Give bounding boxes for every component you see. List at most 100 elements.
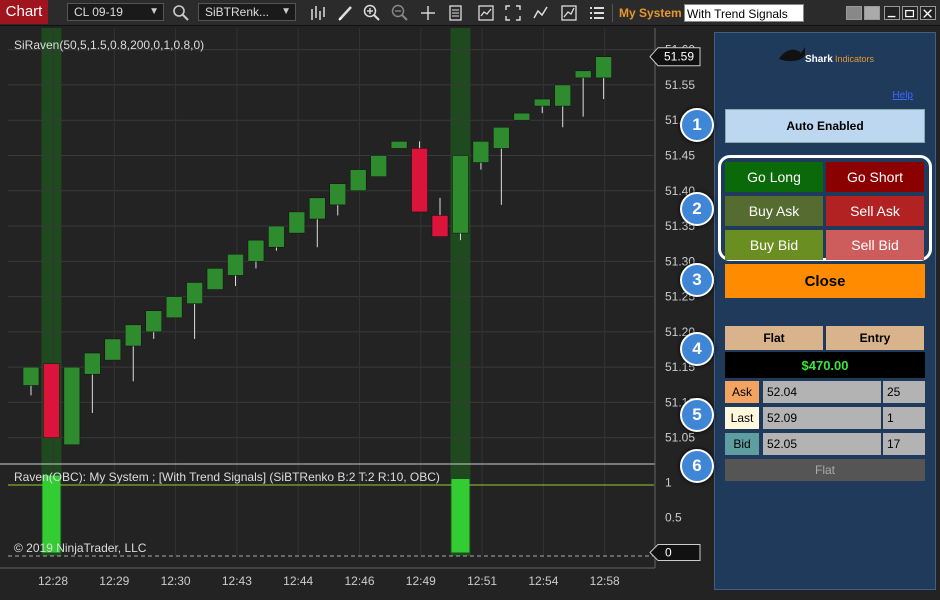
subpanel-label: Raven(OBC): My System ; [With Trend Sign…	[14, 470, 440, 484]
candle-body-7	[165, 296, 183, 319]
ninjatrader-chart-window: Chart CL 09-19 ▼ SiBTRenk... ▼ My System…	[0, 0, 940, 600]
candle-body-4	[104, 338, 122, 361]
pnl-display: $470.00	[725, 352, 925, 378]
callout-badge-1: 1	[680, 108, 714, 142]
callout-badge-6: 6	[680, 449, 714, 483]
price-tick-label: 51.05	[665, 431, 695, 445]
zoom-in-icon[interactable]	[362, 3, 382, 23]
candle-body-2	[63, 366, 81, 446]
candle-body-15	[329, 183, 346, 206]
callout-badge-4: 4	[680, 332, 714, 366]
svg-text:Shark: Shark	[805, 54, 833, 65]
ask-label: Ask	[725, 381, 759, 403]
time-tick-label: 12:29	[99, 574, 129, 588]
ask-size: 25	[883, 381, 925, 403]
sub-last-marker	[649, 544, 701, 561]
maximize-button[interactable]	[902, 6, 918, 20]
candle-body-6	[145, 310, 162, 333]
crosshair-icon[interactable]	[418, 3, 438, 23]
candle-body-11	[247, 239, 265, 262]
help-link[interactable]: Help	[892, 90, 913, 101]
price-tick-label: 51.45	[665, 148, 695, 162]
flat-status-button[interactable]: Flat	[725, 459, 925, 481]
strategy-mode-box[interactable]: With Trend Signals	[684, 4, 804, 22]
window-toggle-button-1[interactable]	[846, 6, 862, 20]
chart-style-icon[interactable]	[309, 3, 329, 23]
candle-body-5	[125, 324, 142, 347]
candle-body-0	[22, 366, 40, 386]
chevron-down-icon: ▼	[149, 6, 159, 17]
list-icon[interactable]	[587, 3, 607, 23]
buy-ask-button[interactable]: Buy Ask	[725, 196, 823, 226]
properties-icon[interactable]	[476, 3, 496, 23]
sell-ask-button[interactable]: Sell Ask	[826, 196, 924, 226]
candle-body-21	[452, 155, 469, 234]
chart-canvas[interactable]: 51.6051.5551.5051.4551.4051.3551.3051.25…	[0, 28, 710, 600]
window-toggle-button-2[interactable]	[864, 6, 880, 20]
instrument-value: CL 09-19	[74, 5, 123, 19]
callout-badge-5: 5	[680, 398, 714, 432]
candle-body-13	[288, 211, 306, 234]
strategies-icon[interactable]	[559, 3, 579, 23]
callout-badge-3: 3	[680, 263, 714, 297]
data-box-icon[interactable]	[446, 3, 466, 23]
candle-body-17	[370, 155, 387, 177]
trade-panel: Shark Indicators Help Auto Enabled Go Lo…	[714, 32, 936, 590]
candle-body-27	[574, 70, 592, 79]
indicator-label: SiRaven(50,5,1.5,0.8,200,0,1,0.8,0)	[14, 38, 205, 52]
candle-body-12	[268, 225, 285, 248]
draw-tool-icon[interactable]	[336, 3, 356, 23]
bid-price: 52.05	[763, 433, 881, 455]
chart-tab[interactable]: Chart	[0, 0, 48, 24]
auto-enabled-button[interactable]: Auto Enabled	[725, 109, 925, 143]
maximize-icon	[905, 9, 915, 18]
minimize-icon	[887, 15, 896, 18]
sell-bid-button[interactable]: Sell Bid	[826, 230, 924, 260]
strategy-label: My System	[619, 6, 682, 20]
indicators-icon[interactable]	[531, 3, 551, 23]
minimize-button[interactable]	[884, 6, 900, 20]
sub-tick-label: 1	[665, 476, 672, 490]
time-tick-label: 12:46	[344, 574, 374, 588]
candle-body-23	[493, 127, 510, 149]
entry-header: Entry	[826, 326, 924, 350]
fit-window-icon[interactable]	[503, 3, 523, 23]
close-position-button[interactable]: Close	[725, 264, 925, 298]
chart-toolbar: Chart CL 09-19 ▼ SiBTRenk... ▼ My System…	[0, 0, 940, 26]
candle-body-28	[595, 56, 612, 79]
go-short-button[interactable]: Go Short	[826, 162, 924, 192]
sub-last-label: 0	[665, 546, 672, 560]
go-long-button[interactable]: Go Long	[725, 162, 823, 192]
candle-body-20	[431, 215, 449, 237]
time-tick-label: 12:43	[222, 574, 252, 588]
callout-badge-2: 2	[680, 192, 714, 226]
time-tick-label: 12:30	[161, 574, 191, 588]
candle-body-3	[84, 352, 101, 375]
bid-size: 17	[883, 433, 925, 455]
signal-highlight-column-1	[450, 28, 471, 556]
last-price-label: 51.59	[664, 50, 694, 64]
shark-indicators-logo: Shark Indicators	[775, 43, 885, 69]
close-window-button[interactable]	[920, 6, 936, 20]
candle-body-9	[206, 268, 224, 290]
candle-body-16	[349, 169, 367, 192]
buy-bid-button[interactable]: Buy Bid	[725, 230, 823, 260]
last-size: 1	[883, 407, 925, 429]
time-tick-label: 12:51	[467, 574, 497, 588]
candle-body-18	[390, 141, 408, 149]
time-tick-label: 12:28	[38, 574, 68, 588]
svg-text:Indicators: Indicators	[835, 54, 875, 64]
price-chart[interactable]: 51.6051.5551.5051.4551.4051.3551.3051.25…	[0, 28, 710, 600]
instrument-selector[interactable]: CL 09-19 ▼	[67, 3, 164, 21]
search-icon[interactable]	[171, 3, 191, 23]
bar-type-value: SiBTRenk...	[205, 5, 270, 19]
zoom-out-icon[interactable]	[390, 3, 410, 23]
chevron-down-icon: ▼	[281, 6, 291, 17]
bar-type-selector[interactable]: SiBTRenk... ▼	[198, 3, 296, 21]
time-tick-label: 12:58	[590, 574, 620, 588]
candle-body-25	[534, 98, 551, 107]
chart-background	[0, 28, 710, 600]
candle-body-24	[513, 112, 531, 121]
sub-tick-label: 0.5	[665, 511, 682, 525]
close-icon	[923, 9, 932, 18]
